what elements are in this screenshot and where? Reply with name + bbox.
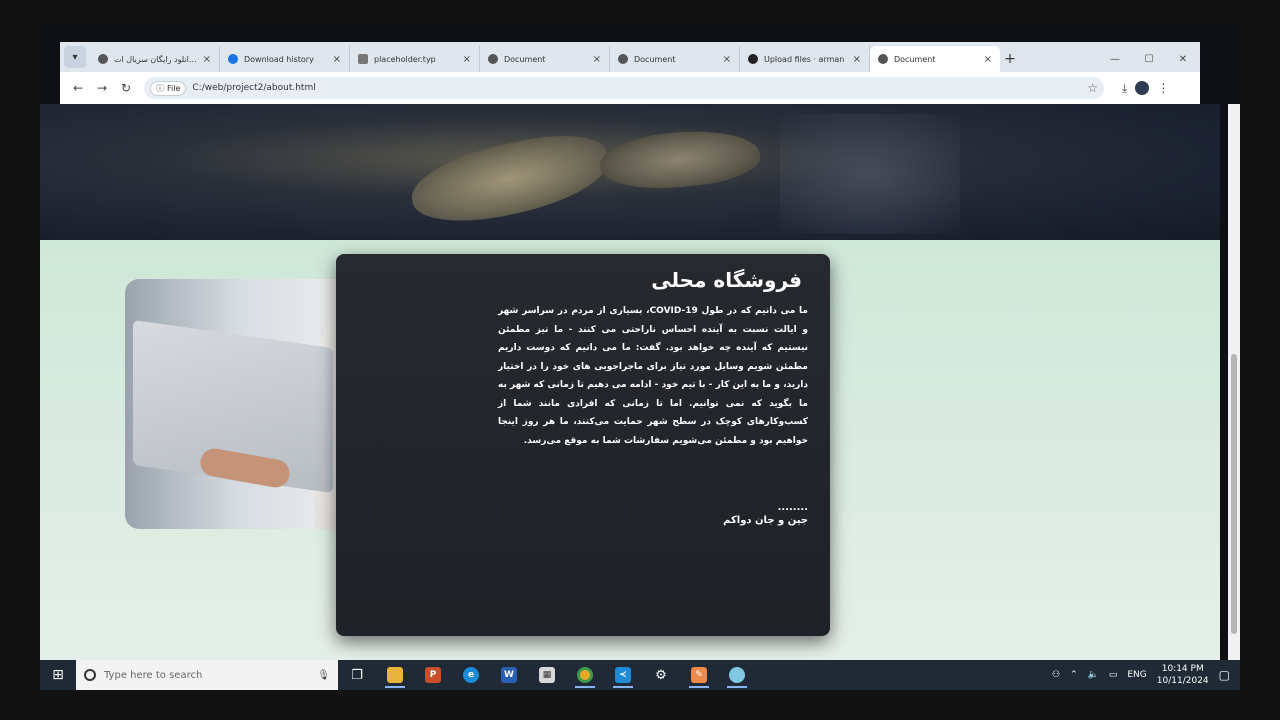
globe-icon <box>878 54 888 64</box>
info-icon: ⓘ <box>156 83 164 93</box>
tab-3[interactable]: placeholder.typ × <box>350 46 480 72</box>
close-icon[interactable]: × <box>593 54 601 65</box>
github-icon <box>748 54 758 64</box>
vscode-icon[interactable]: ≺ <box>604 660 642 690</box>
file-chip-label: File <box>167 83 181 93</box>
island-graphic <box>404 123 616 235</box>
reload-icon[interactable]: ↻ <box>114 76 138 100</box>
file-explorer-icon[interactable] <box>376 660 414 690</box>
cloud-graphic <box>780 114 960 234</box>
notifications-icon[interactable]: ▢ <box>1219 668 1230 682</box>
clock[interactable]: 10:14 PM 10/11/2024 <box>1157 663 1209 687</box>
store-icon[interactable]: ▦ <box>528 660 566 690</box>
scrollbar-thumb[interactable] <box>1231 354 1237 634</box>
windows-start-icon[interactable]: ⊞ <box>40 660 76 690</box>
settings-gear-icon[interactable]: ⚙ <box>642 660 680 690</box>
tab-4[interactable]: Document × <box>480 46 610 72</box>
toolbar-actions: ⤓ ⋮ <box>1122 81 1169 96</box>
divider-dots: ........ <box>777 502 808 513</box>
hero-banner-image <box>40 104 1220 240</box>
task-view-icon[interactable]: ❐ <box>338 660 376 690</box>
app-orb-icon[interactable] <box>718 660 756 690</box>
tab-title: Upload files · arman <box>764 54 845 64</box>
profile-avatar[interactable] <box>1135 81 1150 95</box>
minimize-icon[interactable]: — <box>1098 46 1132 72</box>
close-icon[interactable]: × <box>723 54 731 65</box>
close-icon[interactable]: × <box>333 54 341 65</box>
tab-title: Download history <box>244 54 314 64</box>
word-icon[interactable]: W <box>490 660 528 690</box>
tab-6[interactable]: Upload files · arman × <box>740 46 870 72</box>
bookmark-star-icon[interactable]: ☆ <box>1087 81 1098 95</box>
page-viewport: فروشگاه محلی ما می دانیم که در طول COVID… <box>40 104 1220 660</box>
card-body-text: ما می دانیم که در طول COVID-19، بسیاری ا… <box>498 306 808 446</box>
battery-icon[interactable]: ▭ <box>1109 670 1118 680</box>
globe-icon <box>618 54 628 64</box>
volume-icon[interactable]: 🔈 <box>1088 670 1099 680</box>
tab-2[interactable]: Download history × <box>220 46 350 72</box>
new-tab-button[interactable]: + <box>1000 46 1020 72</box>
language-indicator[interactable]: ENG <box>1127 670 1146 680</box>
tab-7-active[interactable]: Document × <box>870 46 1000 72</box>
system-tray: ⚇ ⌃ 🔈 ▭ ENG 10:14 PM 10/11/2024 ▢ <box>1052 663 1240 687</box>
search-placeholder: Type here to search <box>104 669 203 681</box>
back-arrow-icon[interactable]: ← <box>66 76 90 100</box>
paint-icon[interactable]: ✎ <box>680 660 718 690</box>
site-info-chip[interactable]: ⓘ File <box>150 80 187 96</box>
tab-title: دانلود رایگان سریال ات... <box>114 54 199 64</box>
clock-time: 10:14 PM <box>1161 664 1204 674</box>
tab-title: Document <box>504 54 546 64</box>
chevron-up-icon[interactable]: ⌃ <box>1070 670 1078 680</box>
address-bar[interactable]: ⓘ File C:/web/project2/about.html ☆ <box>144 77 1104 99</box>
clock-date: 10/11/2024 <box>1156 676 1209 686</box>
screen: ▾ دانلود رایگان سریال ات... × Download h… <box>40 22 1240 690</box>
file-icon <box>358 54 368 64</box>
browser-toolbar: ← → ↻ ⓘ File C:/web/project2/about.html … <box>60 72 1200 104</box>
powerpoint-icon[interactable]: P <box>414 660 452 690</box>
url-text[interactable]: C:/web/project2/about.html <box>192 83 315 93</box>
signature-text: جین و جان دواکم <box>723 515 808 526</box>
tab-5[interactable]: Document × <box>610 46 740 72</box>
globe-icon <box>488 54 498 64</box>
island-graphic <box>597 123 763 196</box>
close-icon[interactable]: × <box>984 54 992 65</box>
site-favicon-icon <box>98 54 108 64</box>
tab-search-button[interactable]: ▾ <box>64 46 86 68</box>
chrome-icon[interactable] <box>566 660 604 690</box>
download-icon <box>228 54 238 64</box>
tab-title: Document <box>634 54 676 64</box>
menu-dots-icon[interactable]: ⋮ <box>1157 81 1169 95</box>
close-icon[interactable]: × <box>463 54 471 65</box>
about-card: فروشگاه محلی ما می دانیم که در طول COVID… <box>336 254 830 636</box>
taskbar-search-box[interactable]: Type here to search 🎙 <box>76 660 338 690</box>
close-window-icon[interactable]: ✕ <box>1166 46 1200 72</box>
page-scrollbar[interactable] <box>1228 104 1240 660</box>
edge-icon[interactable]: e <box>452 660 490 690</box>
downloads-icon[interactable]: ⤓ <box>1122 81 1127 96</box>
card-title: فروشگاه محلی <box>651 268 802 292</box>
close-icon[interactable]: × <box>853 54 861 65</box>
tab-strip: ▾ دانلود رایگان سریال ات... × Download h… <box>60 42 1200 72</box>
window-controls: — ☐ ✕ <box>1098 46 1200 72</box>
tab-title: placeholder.typ <box>374 54 436 64</box>
tab-1[interactable]: دانلود رایگان سریال ات... × <box>90 46 220 72</box>
tab-title: Document <box>894 54 936 64</box>
forward-arrow-icon[interactable]: → <box>90 76 114 100</box>
microphone-icon[interactable]: 🎙 <box>317 670 330 681</box>
people-icon[interactable]: ⚇ <box>1052 670 1060 680</box>
taskbar: ⊞ Type here to search 🎙 ❐ P e W ▦ ≺ ⚙ ✎ … <box>40 660 1240 690</box>
close-icon[interactable]: × <box>203 54 211 65</box>
maximize-icon[interactable]: ☐ <box>1132 46 1166 72</box>
search-ring-icon <box>84 669 96 681</box>
